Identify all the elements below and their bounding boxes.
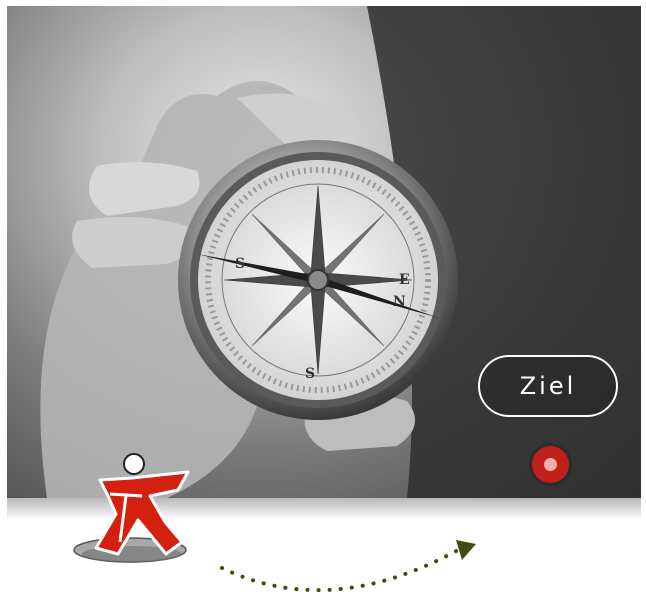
- compass-hand-illustration: S N S E: [40, 6, 641, 498]
- svg-text:S: S: [235, 256, 245, 272]
- goal-label: Ziel: [519, 372, 577, 400]
- target-dot-icon[interactable]: [532, 446, 569, 483]
- climbing-figure-icon: [73, 453, 190, 563]
- svg-text:E: E: [399, 272, 410, 288]
- goal-button[interactable]: Ziel: [478, 355, 618, 417]
- svg-text:S: S: [305, 366, 315, 382]
- svg-text:N: N: [393, 294, 406, 310]
- compass-photo: S N S E: [7, 6, 641, 498]
- dotted-arrow-icon: [220, 540, 476, 593]
